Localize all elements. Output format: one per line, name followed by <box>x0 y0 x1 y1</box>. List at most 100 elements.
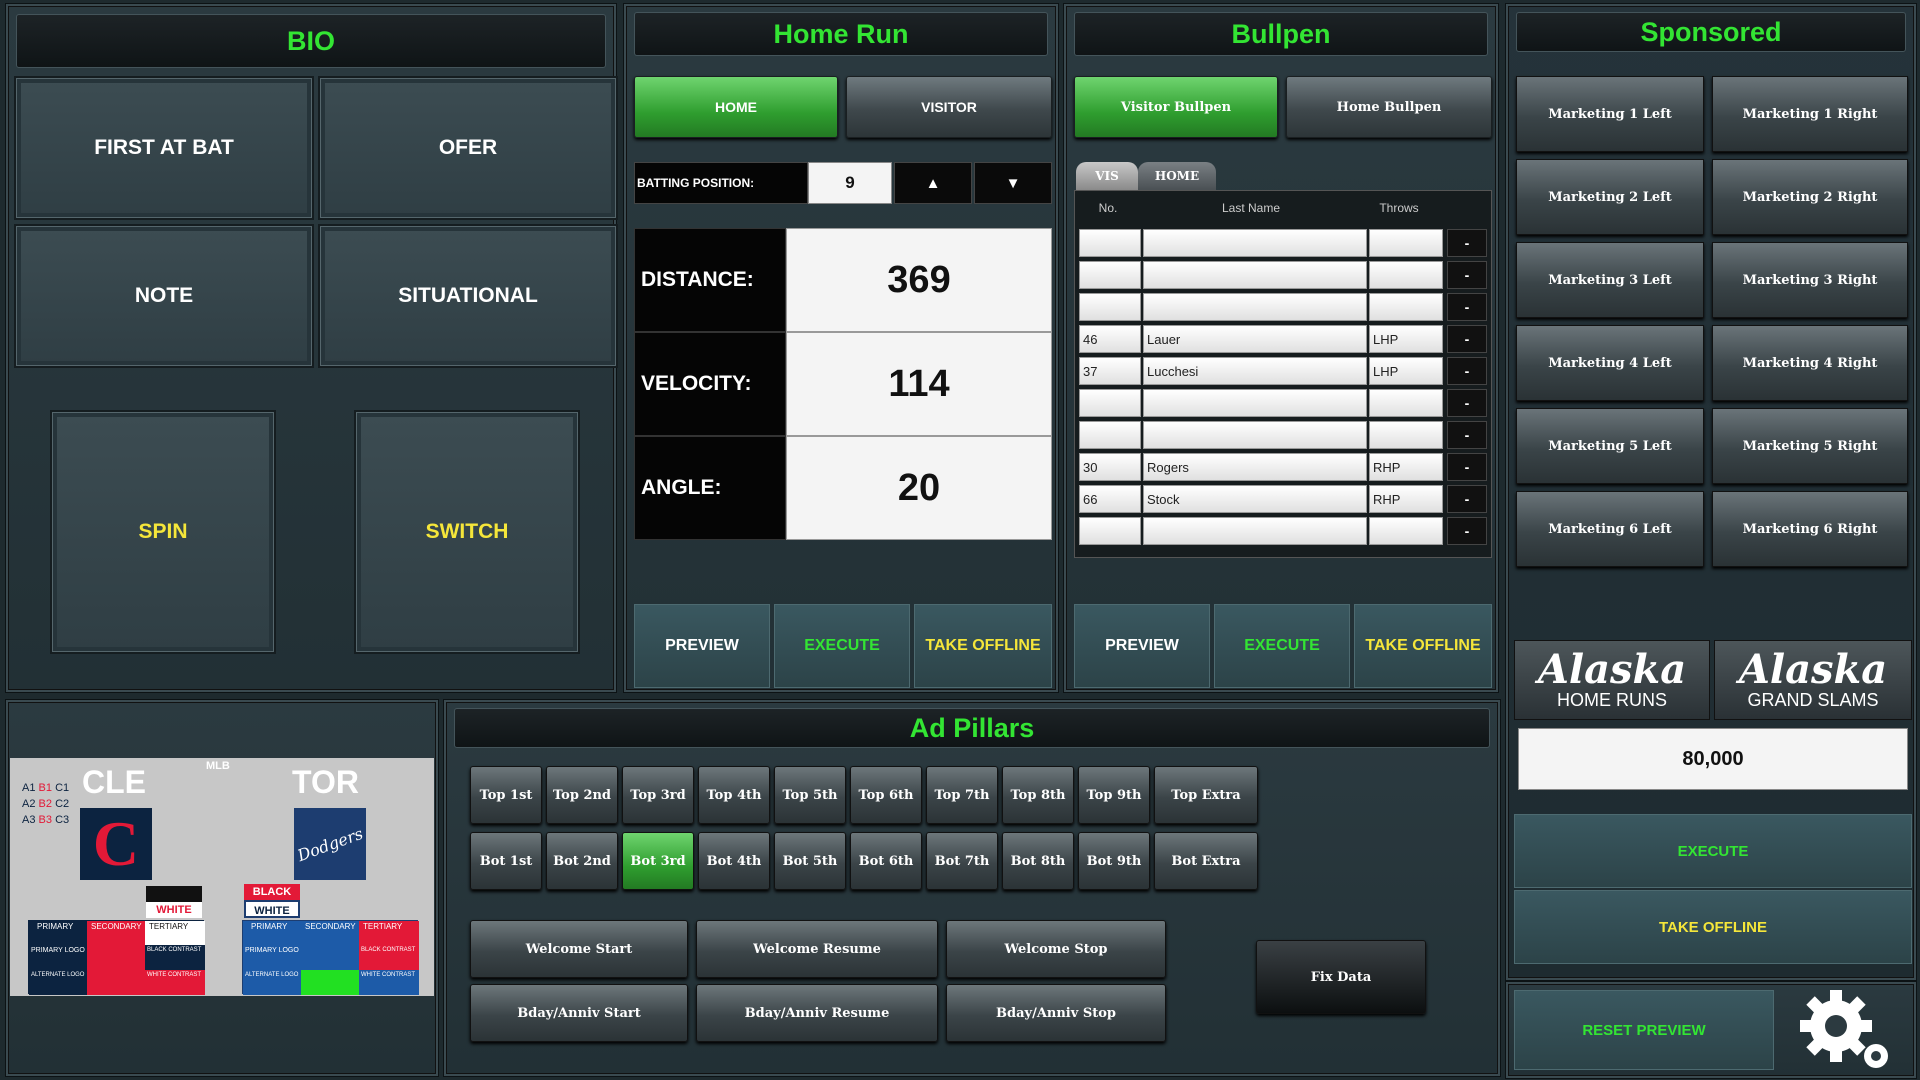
bullpen-take-offline-button[interactable]: TAKE OFFLINE <box>1354 604 1492 688</box>
marketing-1-left-button[interactable]: Marketing 1 Left <box>1516 76 1704 152</box>
pillar-top-button[interactable]: Top 9th <box>1078 766 1150 824</box>
pillar-bot-button[interactable]: Bot 9th <box>1078 832 1150 890</box>
pillar-bot-button[interactable]: Bot 7th <box>926 832 998 890</box>
marketing-4-right-button[interactable]: Marketing 4 Right <box>1712 325 1908 401</box>
marketing-5-left-button[interactable]: Marketing 5 Left <box>1516 408 1704 484</box>
cell-throws[interactable] <box>1369 389 1443 417</box>
marketing-6-left-button[interactable]: Marketing 6 Left <box>1516 491 1704 567</box>
pillar-top-button[interactable]: Top 2nd <box>546 766 618 824</box>
cell-throws[interactable] <box>1369 229 1443 257</box>
pillar-top-button[interactable]: Top 6th <box>850 766 922 824</box>
tab-home[interactable]: HOME <box>1138 162 1216 190</box>
velocity-field[interactable]: 114 <box>786 332 1052 436</box>
cell-throws[interactable]: LHP <box>1369 325 1443 353</box>
cell-last-name[interactable]: Lucchesi <box>1143 357 1367 385</box>
cell-last-name[interactable] <box>1143 229 1367 257</box>
pillar-bot-button[interactable]: Bot 2nd <box>546 832 618 890</box>
fix-data-button[interactable]: Fix Data <box>1256 940 1426 1014</box>
first-at-bat-button[interactable]: FIRST AT BAT <box>16 78 312 218</box>
cell-last-name[interactable] <box>1143 517 1367 545</box>
marketing-4-left-button[interactable]: Marketing 4 Left <box>1516 325 1704 401</box>
cell-last-name[interactable] <box>1143 293 1367 321</box>
pillar-bot-button[interactable]: Bot 8th <box>1002 832 1074 890</box>
table-row[interactable]: - <box>1075 227 1493 257</box>
remove-row-button[interactable]: - <box>1447 517 1487 545</box>
table-row[interactable]: - <box>1075 259 1493 289</box>
table-row[interactable]: 46 Lauer LHP - <box>1075 323 1493 353</box>
spin-button[interactable]: SPIN <box>52 412 274 652</box>
table-row[interactable]: - <box>1075 291 1493 321</box>
pillar-bot-button[interactable]: Bot 3rd <box>622 832 694 890</box>
switch-button[interactable]: SWITCH <box>356 412 578 652</box>
cell-last-name[interactable]: Lauer <box>1143 325 1367 353</box>
cell-throws[interactable]: LHP <box>1369 357 1443 385</box>
table-row[interactable]: 37 Lucchesi LHP - <box>1075 355 1493 385</box>
bday-anniv-stop-button[interactable]: Bday/Anniv Stop <box>946 984 1166 1042</box>
pillar-bot-button[interactable]: Bot 4th <box>698 832 770 890</box>
distance-field[interactable]: 369 <box>786 228 1052 332</box>
cell-no[interactable]: 30 <box>1079 453 1141 481</box>
angle-field[interactable]: 20 <box>786 436 1052 540</box>
remove-row-button[interactable]: - <box>1447 325 1487 353</box>
remove-row-button[interactable]: - <box>1447 357 1487 385</box>
remove-row-button[interactable]: - <box>1447 453 1487 481</box>
pillar-top-button[interactable]: Top 1st <box>470 766 542 824</box>
remove-row-button[interactable]: - <box>1447 389 1487 417</box>
alaska-home-runs-button[interactable]: Alaska HOME RUNS <box>1514 640 1710 720</box>
cell-no[interactable]: 66 <box>1079 485 1141 513</box>
batting-position-field[interactable]: 9 <box>808 162 892 204</box>
cell-throws[interactable] <box>1369 421 1443 449</box>
pillar-top-button[interactable]: Top 3rd <box>622 766 694 824</box>
tab-vis[interactable]: VIS <box>1076 162 1138 190</box>
bday-anniv-start-button[interactable]: Bday/Anniv Start <box>470 984 688 1042</box>
table-row[interactable]: - <box>1075 387 1493 417</box>
remove-row-button[interactable]: - <box>1447 261 1487 289</box>
cell-no[interactable] <box>1079 261 1141 289</box>
pillar-top-button[interactable]: Top 5th <box>774 766 846 824</box>
table-row[interactable]: 66 Stock RHP - <box>1075 483 1493 513</box>
bullpen-execute-button[interactable]: EXECUTE <box>1214 604 1350 688</box>
sponsored-execute-button[interactable]: EXECUTE <box>1514 814 1912 888</box>
marketing-1-right-button[interactable]: Marketing 1 Right <box>1712 76 1908 152</box>
marketing-6-right-button[interactable]: Marketing 6 Right <box>1712 491 1908 567</box>
pillar-bot-button[interactable]: Bot Extra <box>1154 832 1258 890</box>
cell-last-name[interactable] <box>1143 389 1367 417</box>
marketing-2-right-button[interactable]: Marketing 2 Right <box>1712 159 1908 235</box>
cell-no[interactable] <box>1079 421 1141 449</box>
cell-throws[interactable]: RHP <box>1369 453 1443 481</box>
table-row[interactable]: - <box>1075 419 1493 449</box>
marketing-3-left-button[interactable]: Marketing 3 Left <box>1516 242 1704 318</box>
cell-throws[interactable] <box>1369 293 1443 321</box>
cell-last-name[interactable] <box>1143 261 1367 289</box>
pillar-top-button[interactable]: Top Extra <box>1154 766 1258 824</box>
remove-row-button[interactable]: - <box>1447 229 1487 257</box>
situational-button[interactable]: SITUATIONAL <box>320 226 616 366</box>
pillar-bot-button[interactable]: Bot 6th <box>850 832 922 890</box>
pillar-top-button[interactable]: Top 7th <box>926 766 998 824</box>
cell-no[interactable] <box>1079 389 1141 417</box>
home-button[interactable]: HOME <box>634 76 838 138</box>
marketing-3-right-button[interactable]: Marketing 3 Right <box>1712 242 1908 318</box>
pillar-bot-button[interactable]: Bot 1st <box>470 832 542 890</box>
marketing-2-left-button[interactable]: Marketing 2 Left <box>1516 159 1704 235</box>
cell-no[interactable]: 46 <box>1079 325 1141 353</box>
welcome-resume-button[interactable]: Welcome Resume <box>696 920 938 978</box>
cell-last-name[interactable] <box>1143 421 1367 449</box>
bullpen-preview-button[interactable]: PREVIEW <box>1074 604 1210 688</box>
reset-preview-button[interactable]: RESET PREVIEW <box>1514 990 1774 1070</box>
cell-throws[interactable] <box>1369 517 1443 545</box>
cell-no[interactable] <box>1079 229 1141 257</box>
home-run-preview-button[interactable]: PREVIEW <box>634 604 770 688</box>
welcome-start-button[interactable]: Welcome Start <box>470 920 688 978</box>
increment-up-button[interactable]: ▲ <box>894 162 972 204</box>
home-run-execute-button[interactable]: EXECUTE <box>774 604 910 688</box>
remove-row-button[interactable]: - <box>1447 293 1487 321</box>
decrement-down-button[interactable]: ▼ <box>974 162 1052 204</box>
pillar-top-button[interactable]: Top 8th <box>1002 766 1074 824</box>
home-run-take-offline-button[interactable]: TAKE OFFLINE <box>914 604 1052 688</box>
settings-gear-icon[interactable] <box>1778 988 1908 1072</box>
table-row[interactable]: 30 Rogers RHP - <box>1075 451 1493 481</box>
bday-anniv-resume-button[interactable]: Bday/Anniv Resume <box>696 984 938 1042</box>
marketing-5-right-button[interactable]: Marketing 5 Right <box>1712 408 1908 484</box>
cell-no[interactable] <box>1079 293 1141 321</box>
